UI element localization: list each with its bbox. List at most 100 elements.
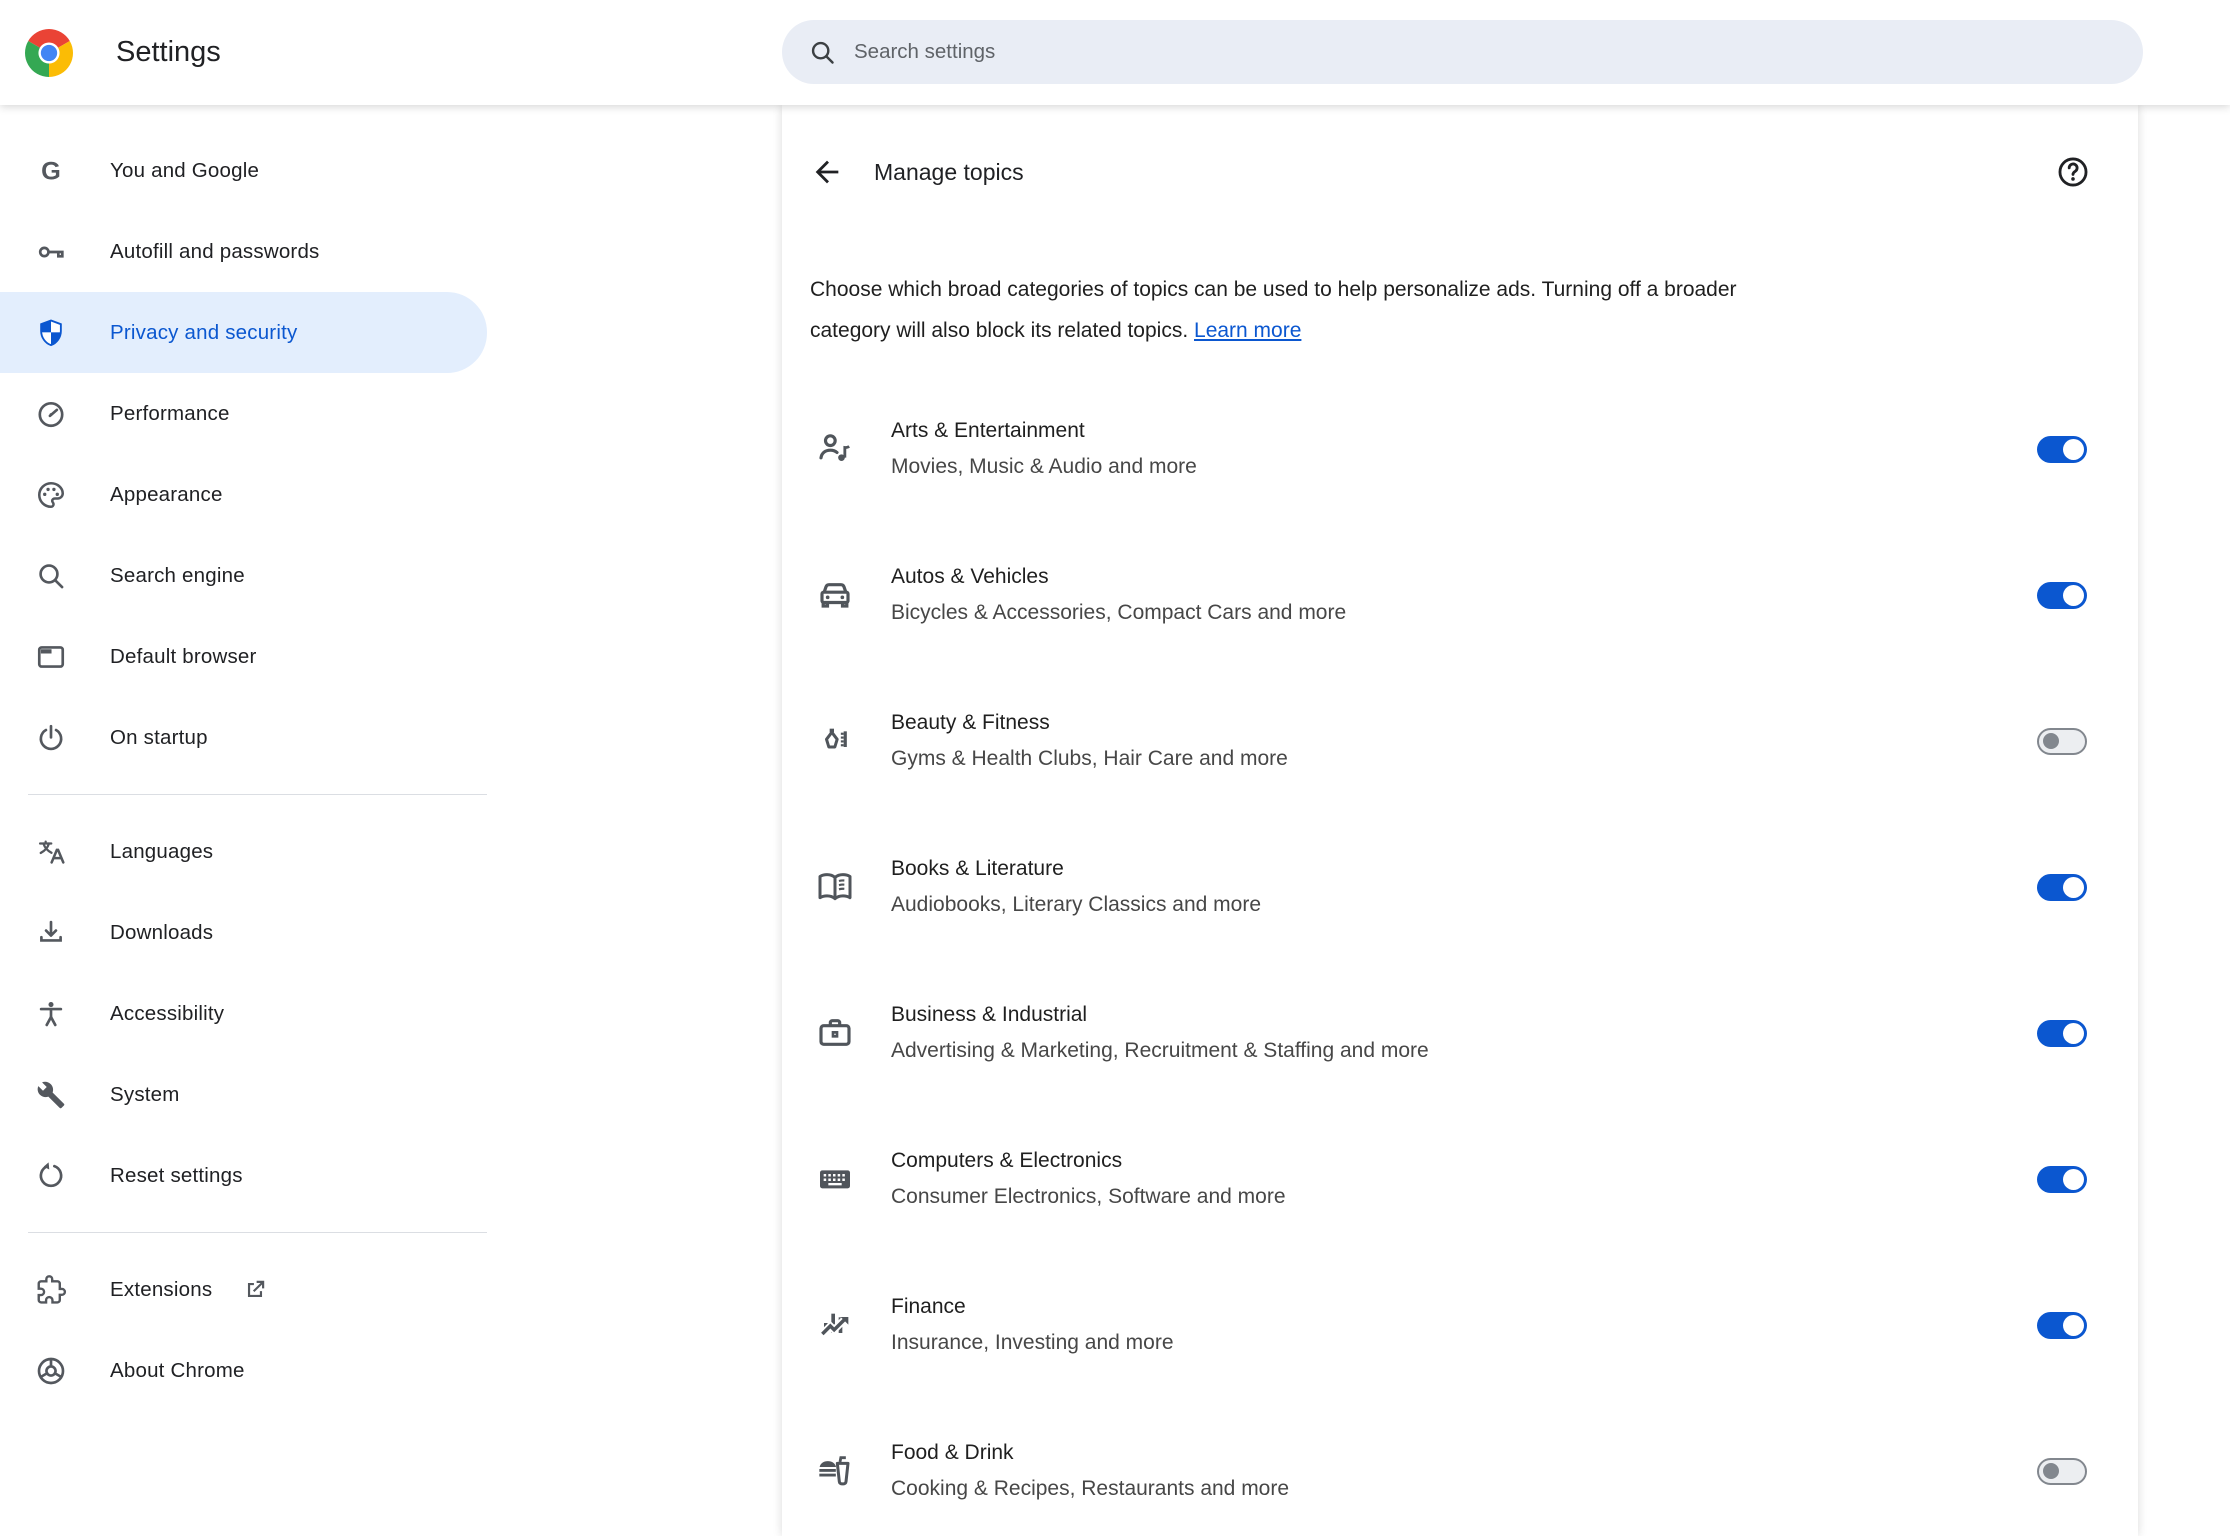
topic-title: Autos & Vehicles <box>891 565 1049 588</box>
sidebar-item-extensions[interactable]: Extensions <box>0 1249 487 1330</box>
sidebar-item-appearance[interactable]: Appearance <box>0 454 487 535</box>
palette-icon <box>35 479 67 511</box>
topic-subtitle: Movies, Music & Audio and more <box>891 455 1197 478</box>
svg-text:G: G <box>41 157 61 185</box>
learn-more-link[interactable]: Learn more <box>1194 319 1301 342</box>
topics-list: Arts & Entertainment Movies, Music & Audi… <box>782 376 2138 1536</box>
topic-row-beauty-fitness: Beauty & Fitness Gyms & Health Clubs, Hai… <box>782 668 2138 814</box>
topic-subtitle: Gyms & Health Clubs, Hair Care and more <box>891 747 1288 770</box>
topic-toggle-books-literature[interactable] <box>2037 873 2087 901</box>
sidebar-item-search-engine[interactable]: Search engine <box>0 535 487 616</box>
manage-topics-card: Manage topics Choose which broad categor… <box>782 105 2138 1536</box>
topic-text: Autos & Vehicles Bicycles & Accessories, … <box>891 563 2037 627</box>
topic-subtitle: Consumer Electronics, Software and more <box>891 1185 1286 1208</box>
topic-text: Books & Literature Audiobooks, Literary C… <box>891 855 2037 919</box>
beauty-icon <box>815 721 855 761</box>
sidebar-item-label: Search engine <box>110 563 245 587</box>
sidebar-item-label: Autofill and passwords <box>110 239 320 263</box>
chrome-logo-icon <box>25 29 73 77</box>
topic-title: Arts & Entertainment <box>891 419 1085 442</box>
sidebar-item-label: Languages <box>110 839 214 863</box>
help-icon <box>2056 155 2090 189</box>
subpage-title: Manage topics <box>874 158 1024 185</box>
sidebar-item-label: About Chrome <box>110 1358 245 1382</box>
search-settings-input[interactable]: Search settings <box>782 20 2143 84</box>
sidebar-item-label: Default browser <box>110 644 257 668</box>
briefcase-icon <box>815 1013 855 1053</box>
car-icon <box>815 575 855 615</box>
browser-icon <box>35 641 67 673</box>
topic-subtitle: Insurance, Investing and more <box>891 1331 1174 1354</box>
accessibility-icon <box>35 998 67 1030</box>
back-button[interactable] <box>810 155 844 189</box>
sidebar-item-label: System <box>110 1082 180 1106</box>
download-icon <box>35 917 67 949</box>
book-icon <box>815 867 855 907</box>
nav-divider <box>28 794 487 795</box>
sidebar-item-label: Appearance <box>110 482 223 506</box>
topic-row-finance: Finance Insurance, Investing and more <box>782 1252 2138 1398</box>
toggle-knob <box>2063 876 2084 898</box>
topic-subtitle: Audiobooks, Literary Classics and more <box>891 893 1262 916</box>
magnifier-icon <box>35 560 67 592</box>
sidebar-item-default-browser[interactable]: Default browser <box>0 616 487 697</box>
help-button[interactable] <box>2056 155 2090 189</box>
toggle-knob <box>2043 733 2059 749</box>
sidebar-item-reset-settings[interactable]: Reset settings <box>0 1135 487 1216</box>
topic-row-autos-vehicles: Autos & Vehicles Bicycles & Accessories, … <box>782 522 2138 668</box>
sidebar-item-system[interactable]: System <box>0 1054 487 1135</box>
reset-icon <box>35 1160 67 1192</box>
sidebar-item-languages[interactable]: Languages <box>0 811 487 892</box>
speedometer-icon <box>35 398 67 430</box>
settings-nav: G You and Google Autofill and passwords Pri… <box>0 105 487 1536</box>
sidebar-item-accessibility[interactable]: Accessibility <box>0 973 487 1054</box>
description-line2: category will also block its related top… <box>810 319 1189 342</box>
topic-toggle-arts-entertainment[interactable] <box>2037 435 2087 463</box>
app-title: Settings <box>116 36 221 68</box>
description-line1: Choose which broad categories of topics … <box>810 278 1737 301</box>
topic-row-food-drink: Food & Drink Cooking & Recipes, Restauran… <box>782 1398 2138 1536</box>
topic-title: Beauty & Fitness <box>891 711 1050 734</box>
sidebar-item-downloads[interactable]: Downloads <box>0 892 487 973</box>
toggle-knob <box>2063 1314 2084 1336</box>
topic-toggle-food-drink[interactable] <box>2037 1457 2087 1485</box>
topic-title: Books & Literature <box>891 857 1064 880</box>
nav-divider <box>28 1232 487 1233</box>
topic-row-computers-electronics: Computers & Electronics Consumer Electron… <box>782 1106 2138 1252</box>
toggle-knob <box>2063 1168 2084 1190</box>
settings-header: Settings Search settings <box>0 0 2230 105</box>
open-in-new-icon <box>242 1277 268 1303</box>
wrench-icon <box>35 1079 67 1111</box>
topic-subtitle: Cooking & Recipes, Restaurants and more <box>891 1477 1290 1500</box>
description: Choose which broad categories of topics … <box>810 269 2090 351</box>
toggle-knob <box>2063 1022 2084 1044</box>
topic-toggle-autos-vehicles[interactable] <box>2037 581 2087 609</box>
toggle-knob <box>2063 584 2084 606</box>
sidebar-item-on-startup[interactable]: On startup <box>0 697 487 778</box>
topic-toggle-finance[interactable] <box>2037 1311 2087 1339</box>
sidebar-item-autofill-and-passwords[interactable]: Autofill and passwords <box>0 211 487 292</box>
content-area: G You and Google Autofill and passwords Pri… <box>0 105 2230 1536</box>
finance-icon <box>815 1305 855 1345</box>
topic-toggle-business-industrial[interactable] <box>2037 1019 2087 1047</box>
sidebar-item-privacy-and-security[interactable]: Privacy and security <box>0 292 487 373</box>
topic-toggle-beauty-fitness[interactable] <box>2037 727 2087 755</box>
topic-title: Finance <box>891 1295 966 1318</box>
topic-text: Finance Insurance, Investing and more <box>891 1293 2037 1357</box>
sidebar-item-about-chrome[interactable]: About Chrome <box>0 1330 487 1411</box>
topic-subtitle: Advertising & Marketing, Recruitment & S… <box>891 1039 1429 1062</box>
power-icon <box>35 722 67 754</box>
sidebar-item-performance[interactable]: Performance <box>0 373 487 454</box>
topic-subtitle: Bicycles & Accessories, Compact Cars and… <box>891 601 1347 624</box>
sidebar-item-you-and-google[interactable]: G You and Google <box>0 130 487 211</box>
artist-icon <box>815 429 855 469</box>
topic-text: Arts & Entertainment Movies, Music & Audi… <box>891 417 2037 481</box>
topic-text: Beauty & Fitness Gyms & Health Clubs, Hai… <box>891 709 2037 773</box>
back-arrow-icon <box>810 155 844 189</box>
fastfood-icon <box>815 1451 855 1491</box>
chrome-icon <box>35 1355 67 1387</box>
keyboard-icon <box>815 1159 855 1199</box>
topic-toggle-computers-electronics[interactable] <box>2037 1165 2087 1193</box>
shield-icon <box>35 317 67 349</box>
sidebar-item-label: Reset settings <box>110 1163 243 1187</box>
